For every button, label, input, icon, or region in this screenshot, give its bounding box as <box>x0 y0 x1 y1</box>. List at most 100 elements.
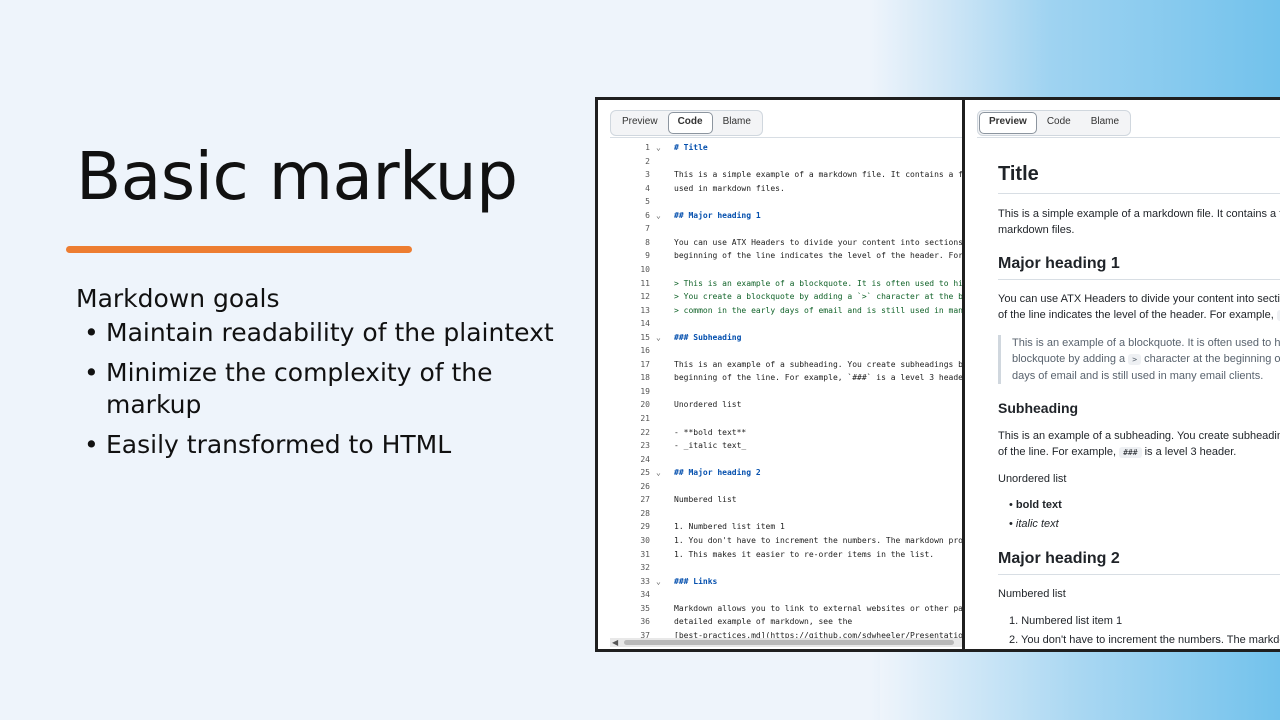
line-number: 9 <box>645 251 650 261</box>
line-number: 14 <box>640 319 650 329</box>
blockquote-line: days of email and is still used in many … <box>1012 370 1264 382</box>
code-text: This is a simple example of a markdown f… <box>674 170 965 180</box>
inline-code: > <box>1128 354 1142 365</box>
horizontal-scrollbar[interactable]: ◀ <box>610 638 962 647</box>
code-text: used in markdown files. <box>674 183 785 193</box>
bullet-icon: • <box>84 318 99 347</box>
line-number: 2 <box>645 156 650 166</box>
goal-item: • Maintain readability of the plaintext <box>76 317 576 349</box>
line-number: 32 <box>640 563 650 573</box>
blockquote-line: blockquote by adding a > character at th… <box>1012 351 1280 368</box>
line-number: 21 <box>640 414 650 423</box>
line-number: 3 <box>645 170 650 180</box>
code-text: This is an example of a subheading. You … <box>674 359 965 369</box>
tab-blame[interactable]: Blame <box>713 112 761 134</box>
line-number: 18 <box>640 373 650 383</box>
line-number: 16 <box>640 346 650 356</box>
bullet-icon: • <box>84 430 99 459</box>
line-number: 19 <box>640 386 650 396</box>
line-number: 4 <box>645 183 650 193</box>
fold-chevron-icon[interactable]: ⌄ <box>656 577 661 586</box>
list-item: 1. Numbered list item 1 <box>1009 615 1123 627</box>
line-number: 17 <box>640 359 650 369</box>
code-text: Numbered list <box>674 495 737 505</box>
goal-text: Maintain readability of the plaintext <box>106 318 554 347</box>
code-text: > You create a blockquote by adding a `>… <box>674 292 965 302</box>
background-accent <box>880 650 1280 720</box>
line-number: 31 <box>640 549 650 559</box>
line-number: 20 <box>640 400 650 410</box>
fold-chevron-icon[interactable]: ⌄ <box>656 468 661 477</box>
line-number: 36 <box>640 617 650 627</box>
rendered-markdown: Title This is a simple example of a mark… <box>965 100 1280 649</box>
line-number: 1 <box>645 143 650 152</box>
preview-paragraph: Numbered list <box>998 588 1066 600</box>
list-item: • bold text <box>1009 499 1062 511</box>
preview-panel: Preview Code Blame Title This is a simpl… <box>962 97 1280 652</box>
code-text: - _italic text_ <box>674 441 747 451</box>
preview-title: Title <box>998 163 1039 185</box>
code-text: > common in the early days of email and … <box>674 305 965 315</box>
view-tabs: Preview Code Blame <box>610 110 763 136</box>
preview-paragraph: This is a simple example of a markdown f… <box>998 208 1280 220</box>
goals-list: • Maintain readability of the plaintext •… <box>76 317 576 461</box>
line-number: 22 <box>640 427 650 437</box>
preview-paragraph: You can use ATX Headers to divide your c… <box>998 293 1280 305</box>
line-number: 15 <box>640 332 650 342</box>
code-text: detailed example of markdown, see the <box>674 617 853 627</box>
code-text: > This is an example of a blockquote. It… <box>674 278 965 288</box>
preview-paragraph: Unordered list <box>998 473 1067 485</box>
line-number: 25 <box>640 468 650 478</box>
code-editor[interactable]: 1 ⌄ # Title 2 3 This is a simple example of a… <box>610 140 965 640</box>
line-number: 35 <box>640 603 650 613</box>
divider <box>610 137 962 138</box>
line-number: 7 <box>645 224 650 234</box>
preview-paragraph: This is an example of a subheading. You … <box>998 430 1280 442</box>
line-number: 29 <box>640 522 650 532</box>
line-number: 34 <box>640 590 650 600</box>
text: of the line indicates the level of the h… <box>998 309 1274 321</box>
blockquote-line: This is an example of a blockquote. It i… <box>1012 337 1280 349</box>
code-text: Unordered list <box>674 400 742 410</box>
preview-paragraph: markdown files. <box>998 224 1075 236</box>
code-text: ## Major heading 2 <box>674 468 761 478</box>
goals-heading: Markdown goals <box>76 284 280 313</box>
tab-preview[interactable]: Preview <box>612 112 668 134</box>
text: is a level 3 header. <box>1144 446 1237 458</box>
scrollbar-thumb[interactable] <box>624 640 954 645</box>
line-number: 5 <box>645 197 650 207</box>
fold-chevron-icon[interactable]: ⌄ <box>656 333 661 342</box>
line-number: 30 <box>640 535 650 545</box>
goal-text: Minimize the complexity of the markup <box>106 358 493 419</box>
preview-heading: Major heading 1 <box>998 255 1120 272</box>
code-text: # Title <box>674 143 708 152</box>
code-text: - **bold text** <box>674 427 747 437</box>
preview-paragraph: of the line indicates the level of the h… <box>998 307 1280 324</box>
goal-item: • Minimize the complexity of the markup <box>76 357 576 421</box>
code-text: ### Links <box>674 576 718 586</box>
list-item: • italic text <box>1009 518 1059 530</box>
text: of the line. For example, <box>998 446 1117 458</box>
tab-code[interactable]: Code <box>667 112 713 134</box>
fold-chevron-icon[interactable]: ⌄ <box>656 143 661 152</box>
code-text: Markdown allows you to link to external … <box>674 603 965 613</box>
line-number: 13 <box>640 305 650 315</box>
heading-rule <box>998 193 1280 194</box>
title-underline <box>66 246 412 253</box>
goal-text: Easily transformed to HTML <box>106 430 452 459</box>
line-number: 6 <box>645 210 650 220</box>
code-text: 1. Numbered list item 1 <box>674 522 785 532</box>
line-number: 33 <box>640 576 650 586</box>
slide-title: Basic markup <box>76 138 518 215</box>
preview-paragraph: of the line. For example, ### is a level… <box>998 444 1236 461</box>
line-number: 8 <box>645 237 650 247</box>
line-number: 27 <box>640 495 650 505</box>
inline-code: ### <box>1119 447 1142 458</box>
fold-chevron-icon[interactable]: ⌄ <box>656 211 661 220</box>
line-number: 26 <box>640 481 650 491</box>
line-number: 23 <box>640 441 650 451</box>
line-number: 10 <box>640 264 650 274</box>
line-number: 28 <box>640 508 650 518</box>
scroll-left-icon[interactable]: ◀ <box>612 638 618 647</box>
code-text: ### Subheading <box>674 332 742 342</box>
